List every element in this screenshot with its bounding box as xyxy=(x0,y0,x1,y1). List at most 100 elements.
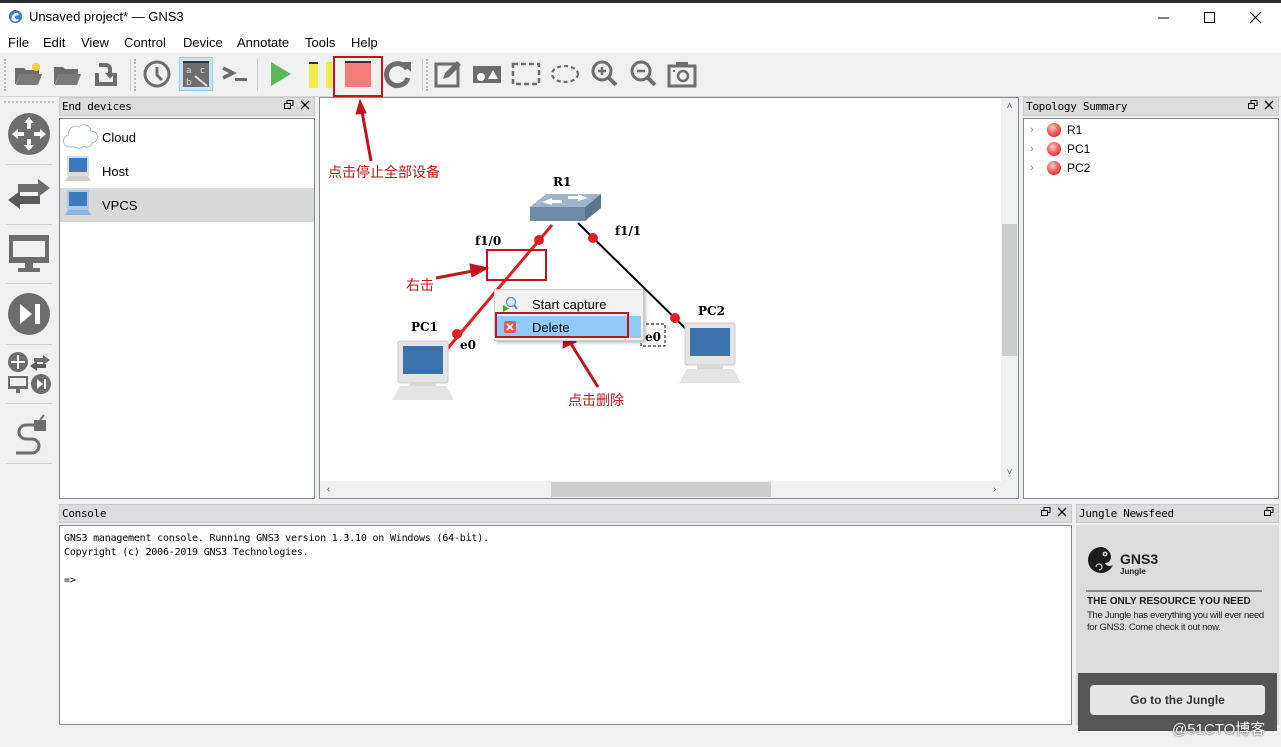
port-label-pc2-e0[interactable]: e0 xyxy=(645,330,661,344)
scroll-left-button[interactable]: ‹ xyxy=(320,481,337,498)
ellipse-icon xyxy=(550,64,580,84)
zoom-in-icon xyxy=(591,60,618,87)
add-note-button[interactable] xyxy=(431,57,465,91)
jungle-headline: THE ONLY RESOURCE YOU NEED xyxy=(1087,596,1251,607)
summary-item-pc2[interactable]: › PC2 xyxy=(1030,158,1090,177)
summary-item-r1[interactable]: › R1 xyxy=(1030,120,1082,139)
suspend-all-button[interactable] xyxy=(300,57,334,91)
toolbar-grip[interactable] xyxy=(426,59,429,91)
maximize-button[interactable] xyxy=(1187,3,1233,32)
zoom-in-button[interactable] xyxy=(587,57,621,91)
interface-labels-icon: a c b xyxy=(183,61,209,88)
float-icon[interactable] xyxy=(1248,100,1258,110)
go-to-jungle-button[interactable]: Go to the Jungle xyxy=(1090,685,1265,715)
svg-text:c: c xyxy=(200,66,205,76)
menu-view[interactable]: View xyxy=(81,35,109,50)
show-interface-labels-button[interactable]: a c b xyxy=(179,57,213,91)
menu-tools[interactable]: Tools xyxy=(305,35,335,50)
routers-button[interactable] xyxy=(4,105,54,163)
horizontal-scrollbar[interactable]: ‹ › xyxy=(320,481,1003,498)
menu-device[interactable]: Device xyxy=(183,35,223,50)
expand-chevron-icon[interactable]: › xyxy=(1030,124,1040,136)
scroll-up-button[interactable]: ˄ xyxy=(1001,98,1018,115)
all-devices-button[interactable] xyxy=(4,344,54,402)
dock-title-text: Jungle Newsfeed xyxy=(1079,507,1174,520)
reload-all-button[interactable] xyxy=(381,57,415,91)
annotation-click-delete: 点击删除 xyxy=(568,393,624,409)
node-label-r1[interactable]: R1 xyxy=(553,175,571,189)
vertical-scroll-thumb[interactable] xyxy=(1002,224,1017,356)
menu-file[interactable]: File xyxy=(8,35,29,50)
menu-item-label: Start capture xyxy=(532,296,607,312)
expand-chevron-icon[interactable]: › xyxy=(1030,143,1040,155)
play-icon xyxy=(271,62,291,86)
security-devices-button[interactable] xyxy=(4,285,54,343)
menu-control[interactable]: Control xyxy=(124,35,166,50)
computer-icon[interactable] xyxy=(392,340,454,400)
computer-icon[interactable] xyxy=(679,322,741,383)
jungle-newsfeed-dock: Jungle Newsfeed GNS3 Jungle THE ONLY RES… xyxy=(1076,504,1279,731)
summary-item-pc1[interactable]: › PC1 xyxy=(1030,139,1090,158)
port-label-r1-f1-1[interactable]: f1/1 xyxy=(615,224,641,238)
summary-item-label: PC2 xyxy=(1067,160,1091,175)
save-project-button[interactable] xyxy=(89,57,123,91)
device-item-cloud[interactable]: Cloud xyxy=(60,120,314,154)
device-label: Host xyxy=(102,163,129,179)
close-icon[interactable] xyxy=(300,100,310,110)
folder-new-icon xyxy=(15,63,42,85)
annotation-arrow xyxy=(355,98,373,162)
vertical-scrollbar[interactable]: ˄ ˅ xyxy=(1001,98,1018,481)
topology-summary-dock-title: Topology Summary xyxy=(1023,97,1279,116)
draw-rectangle-button[interactable] xyxy=(509,57,543,91)
window-title: Unsaved project* — GNS3 xyxy=(29,9,184,24)
node-label-pc2[interactable]: PC2 xyxy=(698,304,725,318)
end-devices-dock-title: End devices xyxy=(59,97,315,116)
console-all-button[interactable] xyxy=(218,57,252,91)
gns3-app-icon xyxy=(8,9,23,24)
node-label-pc1[interactable]: PC1 xyxy=(411,320,438,334)
close-button[interactable] xyxy=(1233,3,1279,32)
menu-annotate[interactable]: Annotate xyxy=(237,35,289,50)
add-link-button[interactable] xyxy=(4,405,54,463)
port-label-pc1-e0[interactable]: e0 xyxy=(460,338,476,352)
open-project-button[interactable] xyxy=(50,57,84,91)
expand-chevron-icon[interactable]: › xyxy=(1030,162,1040,174)
minimize-button[interactable] xyxy=(1141,3,1187,32)
menu-bar: File Edit View Control Device Annotate T… xyxy=(0,32,1281,53)
close-icon[interactable] xyxy=(1057,507,1067,517)
zoom-out-button[interactable] xyxy=(626,57,660,91)
toolbar-grip[interactable] xyxy=(134,59,137,91)
cable-icon xyxy=(16,414,46,455)
toolbar-grip[interactable] xyxy=(4,59,7,91)
float-icon[interactable] xyxy=(1264,507,1274,517)
close-icon[interactable] xyxy=(1264,100,1274,110)
menu-edit[interactable]: Edit xyxy=(43,35,65,50)
new-project-button[interactable] xyxy=(11,57,45,91)
console-output[interactable]: GNS3 management console. Running GNS3 ve… xyxy=(59,525,1072,725)
screenshot-button[interactable] xyxy=(665,57,699,91)
device-item-vpcs[interactable]: VPCS xyxy=(60,188,314,222)
horizontal-scroll-thumb[interactable] xyxy=(551,482,771,497)
menu-help[interactable]: Help xyxy=(351,35,378,50)
device-type-toolbar xyxy=(0,97,58,507)
switch-icon[interactable] xyxy=(530,194,601,221)
port-status-dot xyxy=(670,313,680,323)
scroll-down-button[interactable]: ˅ xyxy=(1001,464,1018,481)
console-dock: Console GNS3 management console. Running… xyxy=(59,504,1072,725)
float-icon[interactable] xyxy=(1041,507,1051,517)
dock-title-text: Topology Summary xyxy=(1026,100,1128,113)
end-devices-button[interactable] xyxy=(4,224,54,282)
port-label-r1-f1-0[interactable]: f1/0 xyxy=(475,234,501,248)
toolbar-grip[interactable] xyxy=(4,101,54,103)
insert-image-button[interactable] xyxy=(470,57,504,91)
minimize-icon xyxy=(1158,17,1169,18)
float-icon[interactable] xyxy=(284,100,294,110)
delete-highlight-box xyxy=(495,312,629,338)
watermark-text: @51CTO博客 xyxy=(1172,721,1266,738)
switches-button[interactable] xyxy=(4,165,54,223)
start-all-button[interactable] xyxy=(263,57,297,91)
draw-ellipse-button[interactable] xyxy=(548,57,582,91)
snapshot-button[interactable] xyxy=(140,57,174,91)
topology-canvas[interactable]: R1 PC1 PC2 f1/0 f1/1 e0 e0 点击停止全部设备 右击 点… xyxy=(319,97,1019,499)
device-item-host[interactable]: Host xyxy=(60,154,314,188)
